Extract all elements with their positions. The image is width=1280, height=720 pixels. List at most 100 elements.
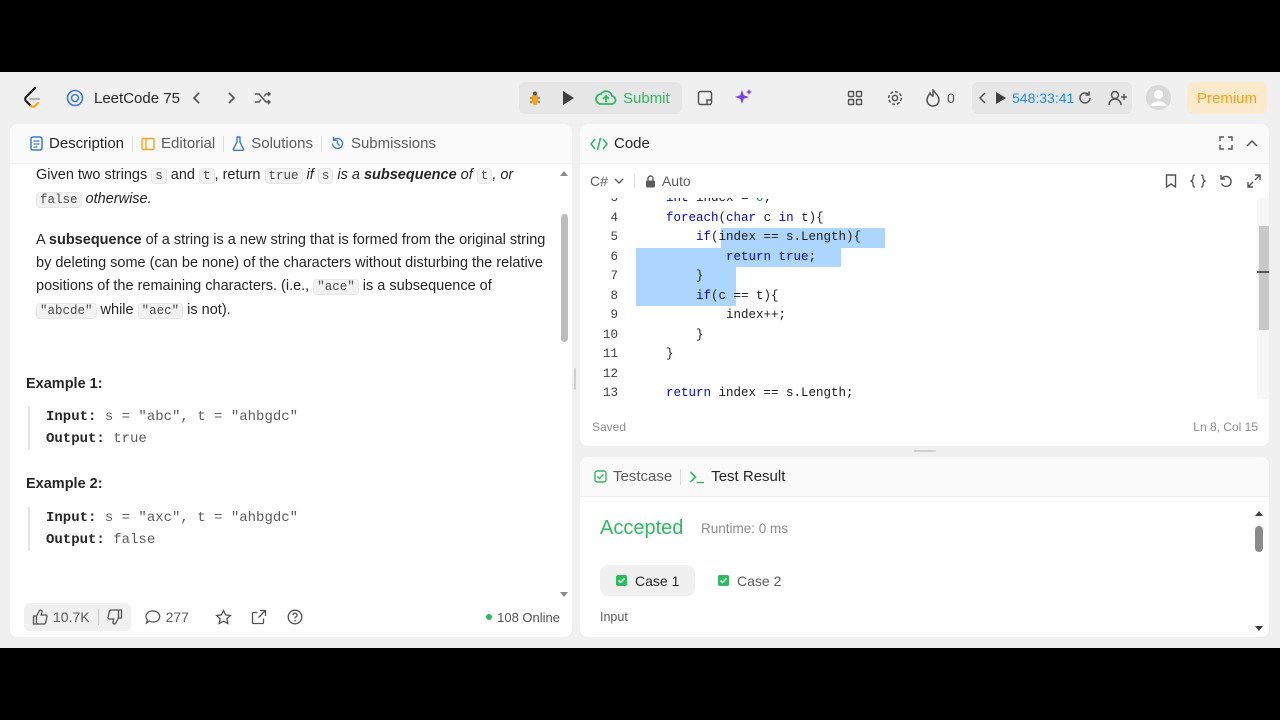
tab-solutions[interactable]: Solutions: [224, 135, 321, 152]
help-question-icon[interactable]: [287, 609, 303, 625]
tab-editorial[interactable]: Editorial: [133, 135, 223, 152]
result-tabs: Testcase Test Result: [580, 457, 1269, 497]
editor-toolbar: C# Auto: [580, 164, 1269, 198]
shuffle-icon[interactable]: [254, 86, 272, 110]
layout-icon[interactable]: [847, 86, 863, 110]
scrollbar-thumb[interactable]: [561, 214, 568, 342]
code-line[interactable]: 3 int index = 0;: [580, 198, 1256, 209]
horizontal-resize-handle[interactable]: [914, 450, 936, 452]
timer-reset-icon[interactable]: [1077, 86, 1093, 110]
next-problem-icon[interactable]: [224, 86, 238, 110]
format-braces-icon[interactable]: [1190, 174, 1206, 188]
example-title: Example 1:: [26, 376, 103, 392]
example-io: Input: s = "abc", t = "ahbgdc" Output: t…: [28, 406, 546, 450]
settings-gear-icon[interactable]: [886, 86, 904, 110]
editor-scrollbar[interactable]: [1257, 198, 1269, 399]
collapse-chevron-icon[interactable]: [1245, 136, 1259, 150]
avatar[interactable]: [1146, 84, 1171, 110]
code-line[interactable]: 11 }: [580, 345, 1256, 365]
leetcode-logo-icon[interactable]: [22, 86, 42, 110]
comments-button[interactable]: 277: [144, 609, 189, 625]
line-code: index++;: [636, 308, 787, 322]
like-button[interactable]: 10.7K: [24, 609, 98, 625]
dislike-button[interactable]: [99, 609, 131, 625]
thumbs-down-icon: [106, 609, 122, 625]
tab-testcase-label: Testcase: [613, 468, 673, 485]
book-icon: [141, 137, 155, 150]
line-code: int index = 0;: [666, 198, 772, 205]
add-user-icon[interactable]: [1108, 86, 1128, 110]
streak-counter[interactable]: 0: [925, 86, 955, 110]
run-button[interactable]: [551, 82, 585, 114]
line-number: 6: [610, 249, 618, 264]
line-code: }: [636, 269, 704, 283]
tab-description[interactable]: Description: [22, 135, 132, 152]
timer-play-icon[interactable]: [995, 86, 1007, 110]
code-line[interactable]: 10 }: [580, 326, 1256, 346]
maximize-icon[interactable]: [1219, 136, 1233, 150]
timer-display[interactable]: 548:33:41: [1012, 86, 1074, 110]
toolbar-separator: [633, 174, 635, 188]
vote-group: 10.7K: [24, 603, 131, 631]
timer-collapse-icon[interactable]: [978, 86, 988, 110]
example-1: Example 1: Input: s = "abc", t = "ahbgdc…: [26, 376, 546, 450]
code-line[interactable]: 13 return index == s.Length;: [580, 384, 1256, 399]
problem-statement: Given two strings s and t, return true i…: [36, 164, 556, 323]
online-count: 108 Online: [497, 609, 560, 625]
scrollbar-thumb[interactable]: [1255, 526, 1263, 552]
tab-submissions-label: Submissions: [350, 135, 436, 152]
line-number: 13: [602, 386, 618, 399]
example-2: Example 2: Input: s = "axc", t = "ahbgdc…: [26, 476, 546, 551]
app: LeetCode 75 Submit 0 548:33:41 Premium D…: [0, 72, 1280, 648]
tab-test-result-label: Test Result: [711, 468, 786, 485]
check-icon: [616, 575, 627, 586]
run-submit-group: Submit: [519, 82, 682, 114]
autocomplete-mode[interactable]: Auto: [645, 173, 691, 189]
bookmark-icon[interactable]: [1165, 174, 1177, 188]
language-select[interactable]: C#: [590, 173, 624, 189]
input-label: Input: [600, 610, 628, 624]
cursor-position: Ln 8, Col 15: [1193, 420, 1258, 434]
line-code: foreach(char c in t){: [666, 210, 824, 225]
result-scrollbar[interactable]: [1255, 509, 1263, 633]
line-code: }: [636, 347, 674, 361]
case-1-button[interactable]: Case 1: [600, 565, 696, 596]
runtime-stat: Runtime: 0 ms: [701, 521, 789, 536]
tab-testcase[interactable]: Testcase: [586, 468, 680, 485]
scrollbar-thumb[interactable]: [1259, 226, 1269, 330]
description-panel: Description Editorial Solutions Submissi…: [10, 124, 572, 637]
premium-button[interactable]: Premium: [1187, 82, 1267, 114]
case-2-button[interactable]: Case 2: [702, 565, 797, 596]
mode-value: Auto: [661, 173, 691, 189]
online-dot: [486, 614, 493, 620]
reset-code-icon[interactable]: [1219, 174, 1233, 188]
code-line[interactable]: 7 }: [580, 267, 1256, 287]
notes-icon[interactable]: [697, 86, 713, 110]
study-plan-icon[interactable]: [66, 86, 84, 110]
code-line[interactable]: 5 if(index == s.Length){: [580, 228, 1256, 248]
code-editor[interactable]: 3 int index = 0; 4 foreach(char c in t){5…: [580, 198, 1256, 399]
tab-submissions[interactable]: Submissions: [322, 135, 444, 152]
tab-code[interactable]: Code: [590, 135, 650, 152]
ai-sparkle-icon[interactable]: [734, 86, 754, 110]
debug-icon[interactable]: [519, 82, 551, 114]
favorite-star-icon[interactable]: [215, 608, 232, 626]
case-1-label: Case 1: [635, 572, 680, 589]
code-panel: Code C# Auto 3 int index = 0; 4 foreach(…: [580, 124, 1269, 446]
share-icon[interactable]: [251, 609, 267, 625]
checkbox-icon: [594, 470, 607, 483]
description-scrollbar[interactable]: [560, 169, 568, 599]
prev-problem-icon[interactable]: [190, 86, 204, 110]
tab-test-result[interactable]: Test Result: [681, 468, 793, 485]
code-line[interactable]: 8 if(c == t){: [580, 287, 1256, 307]
code-line[interactable]: 6 return true;: [580, 248, 1256, 268]
expand-editor-icon[interactable]: [1247, 174, 1261, 188]
line-code: return index == s.Length;: [666, 386, 854, 399]
code-line[interactable]: 4 foreach(char c in t){: [580, 209, 1256, 229]
verdict-accepted: Accepted: [600, 517, 684, 539]
submit-button[interactable]: Submit: [585, 82, 682, 114]
code-line[interactable]: 9 index++;: [580, 306, 1256, 326]
panel-resize-handle[interactable]: [574, 368, 576, 390]
code-line[interactable]: 12: [580, 365, 1256, 385]
problem-list-title[interactable]: LeetCode 75: [94, 86, 180, 110]
